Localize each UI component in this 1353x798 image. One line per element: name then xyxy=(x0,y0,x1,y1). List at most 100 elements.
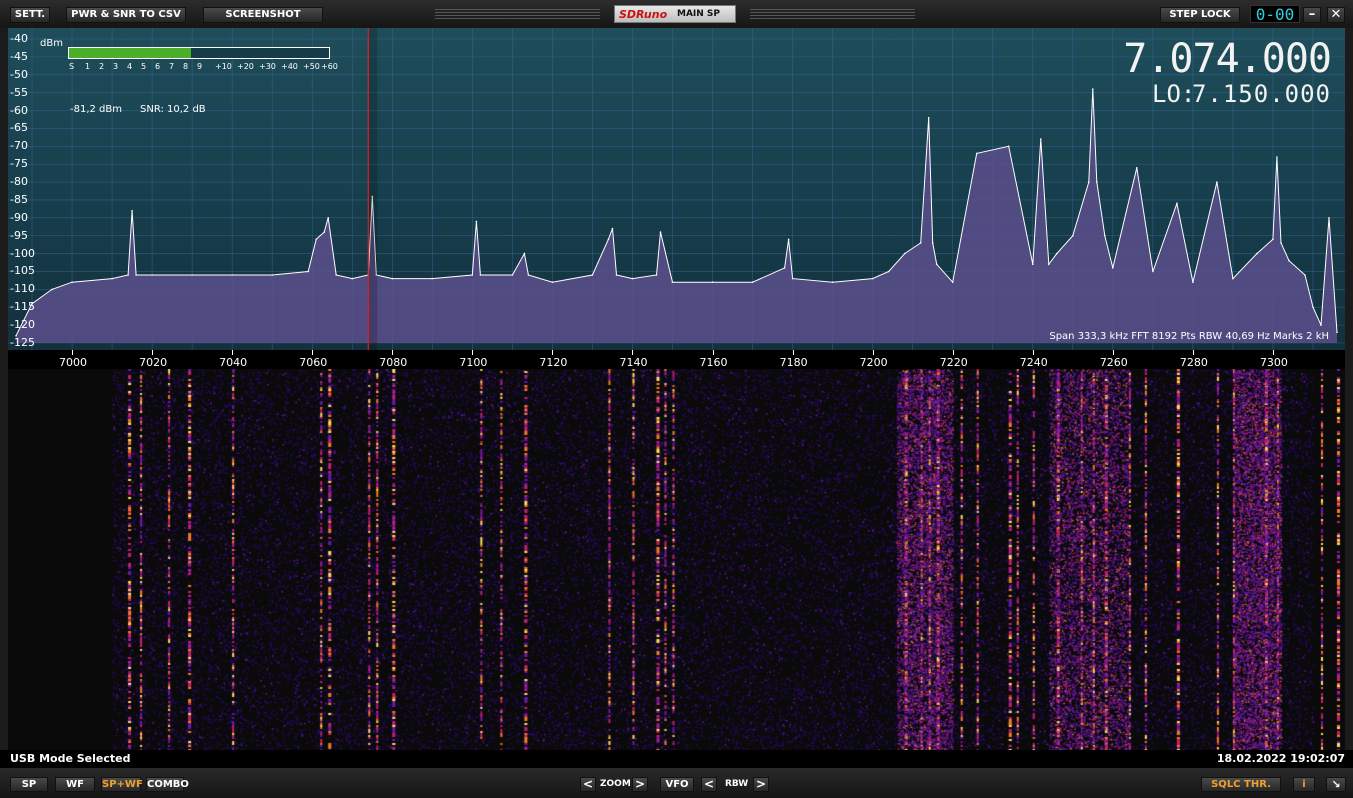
spectrum-point xyxy=(1328,217,1330,219)
wf-button[interactable]: WF xyxy=(55,777,95,792)
sp-button[interactable]: SP xyxy=(10,777,48,792)
spectrum-point xyxy=(1048,263,1050,266)
close-icon[interactable]: ✕ xyxy=(1327,7,1345,23)
x-axis-tick xyxy=(792,350,794,355)
y-axis-label: -70 xyxy=(10,139,28,153)
spectrum-point xyxy=(471,274,474,276)
x-axis-label: 7240 xyxy=(1019,356,1048,369)
combo-button[interactable]: COMBO xyxy=(146,777,189,792)
y-axis-label: -45 xyxy=(10,49,28,63)
x-axis-label: 7000 xyxy=(59,356,88,369)
zoom-out-button[interactable]: < xyxy=(580,777,596,792)
signal-level: -81,2 dBm xyxy=(70,104,123,115)
spectrum-point xyxy=(659,231,662,233)
s-meter-scale-label: +40 xyxy=(281,62,298,71)
s-meter-scale-label: 7 xyxy=(169,62,175,71)
x-axis-label: 7300 xyxy=(1259,356,1288,369)
spectrum-point xyxy=(611,227,614,230)
y-axis-label: -120 xyxy=(10,318,35,332)
vfo-frequency[interactable]: 7.074.000 xyxy=(1123,36,1332,82)
spectrum-point xyxy=(927,116,930,119)
spectrum-point xyxy=(315,238,318,241)
spectrum-point xyxy=(1176,202,1178,205)
s-meter-scale-label: 2 xyxy=(99,62,105,71)
spectrum-point xyxy=(751,281,754,283)
s-meter-fill xyxy=(69,48,192,58)
sp-wf-button[interactable]: SP+WF xyxy=(101,777,143,792)
zoom-in-button[interactable]: > xyxy=(632,777,648,792)
resize-icon[interactable]: ↘ xyxy=(1326,777,1346,792)
y-axis-label: -100 xyxy=(10,246,35,260)
vfo-button[interactable]: VFO xyxy=(660,777,694,792)
x-axis-tick xyxy=(232,350,234,355)
spectrum-point xyxy=(551,281,554,283)
rbw-decrease-button[interactable]: < xyxy=(701,777,717,792)
spectrum-point xyxy=(1288,259,1290,262)
x-axis-tick xyxy=(1192,350,1194,355)
spectrum-point xyxy=(951,281,954,283)
x-axis-tick xyxy=(952,350,954,355)
sqlc-threshold-button[interactable]: SQLC THR. xyxy=(1201,777,1281,792)
s-meter-scale-label: +60 xyxy=(321,62,338,71)
waterfall-display[interactable] xyxy=(8,369,1345,750)
vfo-bandwidth xyxy=(368,28,378,350)
y-axis-label: -110 xyxy=(10,282,35,296)
spectrum-point xyxy=(51,288,53,291)
lo-label: LO: xyxy=(1152,80,1196,108)
spectrum-point xyxy=(1032,263,1034,266)
step-display: 0-00 xyxy=(1250,5,1300,24)
spectrum-point xyxy=(1112,267,1114,269)
spectrum-point xyxy=(475,220,478,223)
spectrum-point xyxy=(307,270,310,273)
x-axis-tick xyxy=(152,350,154,355)
waterfall-canvas xyxy=(8,369,1345,750)
spectrum-point xyxy=(791,277,794,280)
mode-status: USB Mode Selected xyxy=(10,752,131,765)
spectrum-point xyxy=(391,277,394,280)
drag-grip-left[interactable] xyxy=(435,9,600,19)
spectrum-point xyxy=(1088,181,1090,183)
pwr-snr-csv-button[interactable]: PWR & SNR TO CSV xyxy=(66,7,186,23)
lo-frequency[interactable]: 7.150.000 xyxy=(1192,80,1331,108)
spectrum-point xyxy=(931,242,934,244)
drag-grip-right[interactable] xyxy=(750,9,915,19)
x-axis-tick xyxy=(552,350,554,355)
spectrum-point xyxy=(1007,145,1010,148)
spectrum-point xyxy=(1192,281,1194,283)
rbw-increase-button[interactable]: > xyxy=(753,777,769,792)
spectrum-point xyxy=(527,274,530,276)
info-button[interactable]: i xyxy=(1293,777,1315,792)
x-axis-label: 7020 xyxy=(139,356,168,369)
minimize-icon[interactable]: – xyxy=(1303,7,1321,23)
spectrum-point xyxy=(711,281,714,283)
spectrum-point xyxy=(1072,234,1074,237)
spectrum-point xyxy=(1280,242,1282,244)
y-axis-label: -90 xyxy=(10,210,28,224)
spectrum-point xyxy=(1256,252,1258,255)
x-axis-label: 7280 xyxy=(1179,356,1208,369)
spectrum-point xyxy=(131,209,133,212)
settings-button[interactable]: SETT. xyxy=(10,7,50,23)
spectrum-point xyxy=(271,274,274,276)
frequency-axis[interactable] xyxy=(8,350,1345,369)
spectrum-point xyxy=(1232,277,1234,280)
y-axis-label: -75 xyxy=(10,157,28,171)
status-bar xyxy=(0,750,1353,768)
screenshot-button[interactable]: SCREENSHOT xyxy=(203,7,323,23)
s-meter-scale-label: +10 xyxy=(215,62,232,71)
spectrum-point xyxy=(975,152,978,155)
x-axis-tick xyxy=(1032,350,1034,355)
x-axis-label: 7260 xyxy=(1099,356,1128,369)
spectrum-point xyxy=(111,277,113,280)
x-axis-label: 7140 xyxy=(619,356,648,369)
x-axis-tick xyxy=(472,350,474,355)
x-axis-label: 7100 xyxy=(459,356,488,369)
x-axis-tick xyxy=(712,350,714,355)
spectrum-point xyxy=(1056,252,1058,255)
step-lock-button[interactable]: STEP LOCK xyxy=(1160,7,1240,23)
spectrum-point xyxy=(1336,331,1338,334)
spectrum-point xyxy=(591,274,594,276)
spectrum-point xyxy=(231,274,233,276)
spectrum-point xyxy=(151,274,153,276)
spectrum-point xyxy=(783,267,786,269)
